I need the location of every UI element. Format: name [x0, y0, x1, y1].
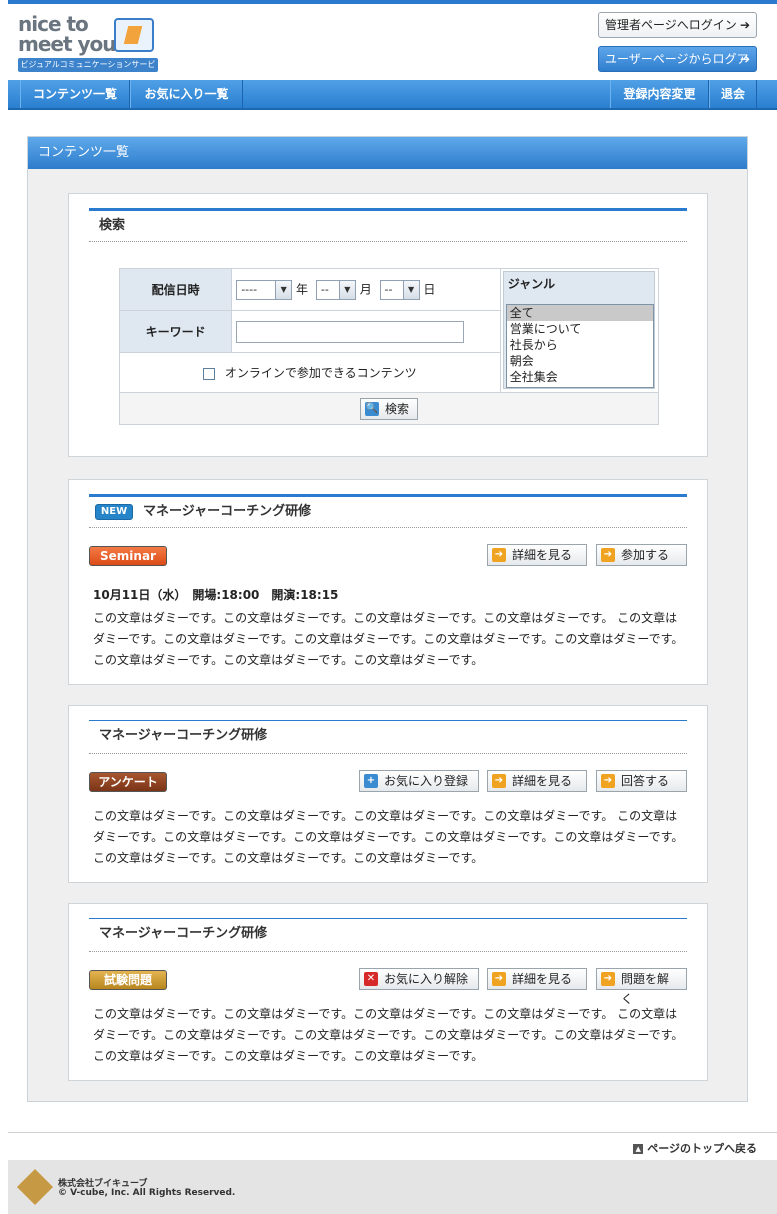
page-top-link[interactable]: ▲ ページのトップへ戻る — [633, 1140, 757, 1156]
chevron-down-icon: ▼ — [402, 280, 419, 299]
chevron-down-icon: ▼ — [338, 280, 355, 299]
content-title[interactable]: マネージャーコーチング研修 — [89, 494, 687, 528]
join-button-label: 参加する — [621, 548, 670, 562]
logo-line1: nice to — [18, 12, 89, 36]
arrow-right-icon: ➔ — [739, 52, 750, 66]
genre-option[interactable]: 朝会 — [507, 353, 653, 369]
add-favorite-label: お気に入り登録 — [384, 774, 469, 788]
logo-line2: meet you — [18, 32, 117, 56]
site-logo[interactable]: nice to meet you ビジュアルコミュニケーションサービス — [18, 12, 168, 83]
genre-panel: ジャンル 全て 営業について 社長から 朝会 全社集会 — [502, 271, 655, 389]
remove-favorite-label: お気に入り解除 — [384, 972, 469, 986]
content-item: マネージャーコーチング研修 アンケート + お気に入り登録 ➔ 詳細を見る ➔ … — [68, 705, 708, 883]
page: nice to meet you ビジュアルコミュニケーションサービス 管理者ペ… — [0, 0, 777, 1214]
genre-label: ジャンル — [507, 277, 556, 291]
detail-button-label: 詳細を見る — [512, 774, 573, 788]
answer-button[interactable]: ➔ 回答する — [596, 770, 687, 792]
detail-button-label: 詳細を見る — [512, 548, 573, 562]
detail-button[interactable]: ➔ 詳細を見る — [487, 968, 587, 990]
add-favorite-button[interactable]: + お気に入り登録 — [359, 770, 479, 792]
day-unit: 日 — [423, 282, 436, 296]
content-text: この文章はダミーです。この文章はダミーです。この文章はダミーです。この文章はダミ… — [93, 809, 684, 865]
content-title[interactable]: マネージャーコーチング研修 — [89, 918, 687, 952]
online-label: オンラインで参加できるコンテンツ — [224, 366, 417, 380]
page-top-icon: ▲ — [633, 1144, 644, 1154]
content-text: この文章はダミーです。この文章はダミーです。この文章はダミーです。この文章はダミ… — [93, 611, 684, 667]
seminar-badge: Seminar — [89, 546, 167, 566]
keyword-input[interactable] — [236, 320, 465, 343]
nav-item-contents[interactable]: コンテンツ一覧 — [20, 80, 130, 108]
detail-button-label: 詳細を見る — [512, 972, 573, 986]
month-select[interactable]: -- ▼ — [315, 279, 356, 300]
arrow-right-icon: ➔ — [601, 774, 615, 788]
genre-listbox[interactable]: 全て 営業について 社長から 朝会 全社集会 — [505, 304, 654, 388]
event-date: 10月11日（水） 開場:18:00 開演:18:15 — [93, 588, 339, 602]
page-title: コンテンツ一覧 — [28, 137, 747, 169]
search-button[interactable]: 🔍 検索 — [360, 398, 418, 420]
page-top-label: ページのトップへ戻る — [647, 1142, 757, 1155]
year-unit: 年 — [296, 282, 309, 296]
nav-item-favorites[interactable]: お気に入り一覧 — [130, 80, 243, 108]
company-logo-icon — [16, 1168, 54, 1206]
date-label: 配信日時 — [118, 268, 233, 311]
admin-login-button[interactable]: 管理者ページへログイン ➔ — [598, 12, 757, 38]
nav-item-edit-registration[interactable]: 登録内容変更 — [610, 80, 709, 108]
answer-button-label: 回答する — [621, 774, 670, 788]
arrow-right-icon: ➔ — [492, 774, 506, 788]
content-text: この文章はダミーです。この文章はダミーです。この文章はダミーです。この文章はダミ… — [93, 1007, 684, 1063]
search-title: 検索 — [89, 208, 687, 242]
site-footer: 株式会社ブイキューブ © V-cube, Inc. All Rights Res… — [8, 1160, 777, 1214]
plus-icon: + — [364, 774, 378, 788]
arrow-right-icon: ➔ — [492, 548, 506, 562]
survey-badge: アンケート — [89, 772, 167, 792]
genre-option[interactable]: 営業について — [507, 321, 653, 337]
content-item: マネージャーコーチング研修 試験問題 ✕ お気に入り解除 ➔ 詳細を見る ➔ 問… — [68, 903, 708, 1081]
online-checkbox[interactable] — [203, 367, 216, 380]
content-title[interactable]: マネージャーコーチング研修 — [89, 720, 687, 754]
admin-login-label: 管理者ページへログイン — [605, 18, 737, 32]
genre-option[interactable]: 全て — [506, 305, 653, 321]
arrow-right-icon: ➔ — [601, 972, 615, 986]
day-value: -- — [384, 282, 393, 296]
content-item: マネージャーコーチング研修 NEW Seminar ➔ 詳細を見る ➔ 参加する… — [68, 479, 708, 685]
day-select[interactable]: -- ▼ — [379, 279, 420, 300]
arrow-right-icon: ➔ — [492, 972, 506, 986]
join-button[interactable]: ➔ 参加する — [596, 544, 687, 566]
keyword-label: キーワード — [118, 310, 233, 353]
arrow-right-icon: ➔ — [601, 548, 615, 562]
month-unit: 月 — [359, 282, 372, 296]
year-value: ---- — [241, 282, 258, 296]
detail-button[interactable]: ➔ 詳細を見る — [487, 770, 587, 792]
user-logout-button[interactable]: ユーザーページからログアウト ➔ — [598, 46, 757, 90]
close-icon: ✕ — [364, 972, 378, 986]
site-header: nice to meet you ビジュアルコミュニケーションサービス 管理者ペ… — [8, 4, 777, 90]
month-value: -- — [320, 282, 329, 296]
copyright: © V-cube, Inc. All Rights Reserved. — [58, 1188, 236, 1198]
nav-item-withdraw[interactable]: 退会 — [709, 80, 757, 108]
footer-divider — [8, 1132, 777, 1133]
solve-button-label: 問題を解く — [621, 972, 670, 1006]
chevron-down-icon: ▼ — [275, 280, 292, 299]
search-form: 配信日時 ---- ▼ 年 -- ▼ 月 -- ▼ 日 ジャンル 全て 営業につ… — [118, 268, 660, 425]
search-button-label: 検索 — [385, 402, 410, 416]
detail-button[interactable]: ➔ 詳細を見る — [487, 544, 587, 566]
new-badge: NEW — [95, 504, 133, 520]
main-panel: コンテンツ一覧 検索 配信日時 ---- ▼ 年 -- ▼ 月 -- ▼ 日 ジ… — [27, 136, 748, 1102]
year-select[interactable]: ---- ▼ — [236, 279, 293, 300]
exam-badge: 試験問題 — [89, 970, 167, 990]
remove-favorite-button[interactable]: ✕ お気に入り解除 — [359, 968, 479, 990]
genre-option[interactable]: 全社集会 — [507, 369, 653, 385]
logo-tagline: ビジュアルコミュニケーションサービス — [18, 58, 158, 83]
search-icon: 🔍 — [365, 402, 379, 416]
solve-button[interactable]: ➔ 問題を解く — [596, 968, 687, 1006]
global-nav: コンテンツ一覧 お気に入り一覧 登録内容変更 退会 — [8, 80, 777, 110]
logo-mark-icon — [114, 18, 154, 52]
arrow-right-icon: ➔ — [739, 18, 750, 32]
genre-option[interactable]: 社長から — [507, 337, 653, 353]
search-box: 検索 配信日時 ---- ▼ 年 -- ▼ 月 -- ▼ 日 ジャンル 全て 営… — [68, 193, 708, 457]
